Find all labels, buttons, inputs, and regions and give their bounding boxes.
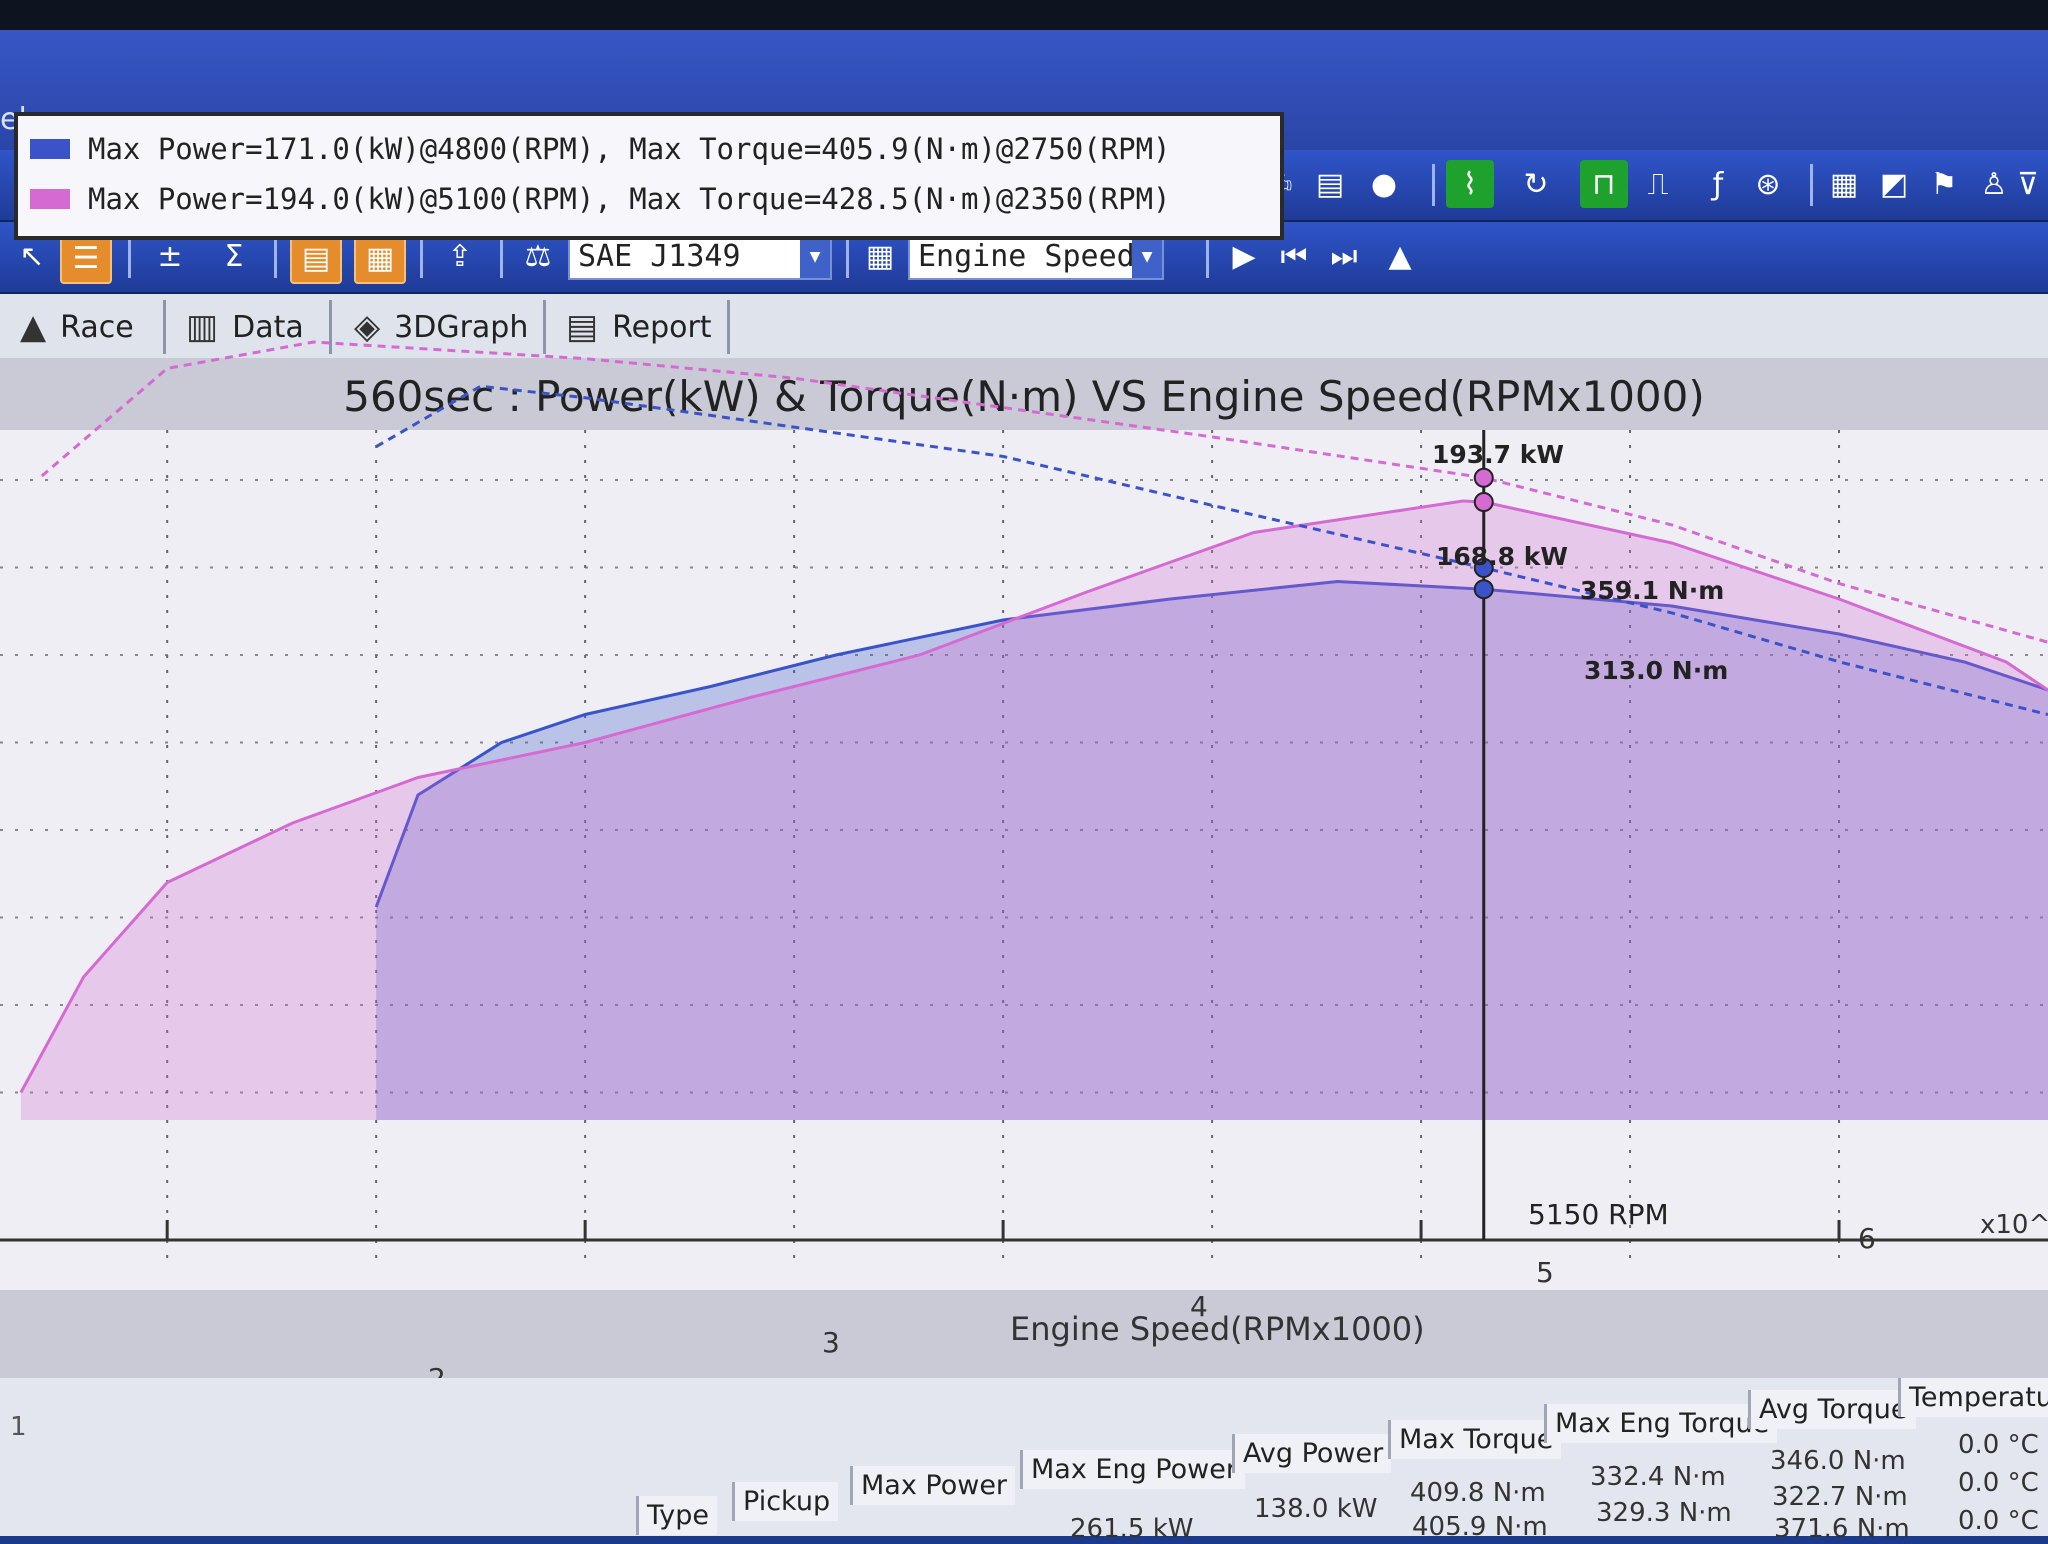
table-cell: 329.3 N·m bbox=[1596, 1498, 1732, 1528]
column-header[interactable]: Temperature bbox=[1898, 1378, 2048, 1417]
legend-text: Max Power=194.0(kW)@5100(RPM), Max Torqu… bbox=[88, 182, 1171, 216]
torque-annotation: 359.1 N·m bbox=[1580, 576, 1725, 605]
table-cell: 0.0 °C bbox=[1958, 1468, 2039, 1498]
legend-swatch bbox=[30, 139, 70, 159]
table-cell: 138.0 kW bbox=[1254, 1494, 1378, 1524]
table-cell: 0.0 °C bbox=[1958, 1506, 2039, 1536]
legend-entry: Max Power=194.0(kW)@5100(RPM), Max Torqu… bbox=[30, 182, 1171, 216]
x-tick-label: 3 bbox=[822, 1326, 840, 1359]
column-header[interactable]: Max Eng Torque bbox=[1544, 1404, 1778, 1443]
power-annotation: 168.8 kW bbox=[1436, 542, 1568, 571]
torque-annotation: 313.0 N·m bbox=[1584, 656, 1729, 685]
summary-table: 1 Type Pickup Max Power Max Eng Power Av… bbox=[0, 1378, 2048, 1544]
column-header[interactable]: Max Eng Power bbox=[1020, 1450, 1245, 1489]
power-annotation: 193.7 kW bbox=[1432, 440, 1564, 469]
table-cell: 346.0 N·m bbox=[1770, 1446, 1906, 1476]
legend-text: Max Power=171.0(kW)@4800(RPM), Max Torqu… bbox=[88, 132, 1171, 166]
x-tick-label: 6 bbox=[1858, 1222, 1876, 1255]
x-multiplier-label: x10^ bbox=[1980, 1210, 2048, 1240]
table-cell: 261.5 kW bbox=[1070, 1514, 1194, 1544]
table-cell: 409.8 N·m bbox=[1410, 1478, 1546, 1508]
column-header[interactable]: Max Torque bbox=[1388, 1420, 1562, 1459]
column-header[interactable]: Avg Power bbox=[1232, 1434, 1392, 1473]
column-header[interactable]: Pickup bbox=[732, 1482, 839, 1521]
column-header[interactable]: Avg Torque bbox=[1748, 1390, 1916, 1429]
row-label: 1 bbox=[10, 1412, 27, 1442]
cursor-marker bbox=[1473, 467, 1494, 488]
column-header[interactable]: Max Power bbox=[850, 1466, 1016, 1505]
cursor-rpm-label: 5150 RPM bbox=[1528, 1198, 1669, 1231]
column-header[interactable]: Type bbox=[636, 1496, 718, 1535]
chart-legend: Max Power=171.0(kW)@4800(RPM), Max Torqu… bbox=[14, 112, 1284, 240]
table-cell: 322.7 N·m bbox=[1772, 1482, 1908, 1512]
cursor-marker bbox=[1473, 492, 1494, 513]
x-axis-label: Engine Speed(RPMx1000) bbox=[1010, 1310, 1425, 1348]
legend-swatch bbox=[30, 189, 70, 209]
x-tick-label: 5 bbox=[1536, 1256, 1554, 1289]
table-cell: 405.9 N·m bbox=[1412, 1512, 1548, 1542]
cursor-marker bbox=[1473, 579, 1494, 600]
legend-entry: Max Power=171.0(kW)@4800(RPM), Max Torqu… bbox=[30, 132, 1171, 166]
table-cell: 332.4 N·m bbox=[1590, 1462, 1726, 1492]
table-cell: 0.0 °C bbox=[1958, 1430, 2039, 1460]
table-cell: 371.6 N·m bbox=[1774, 1514, 1910, 1544]
